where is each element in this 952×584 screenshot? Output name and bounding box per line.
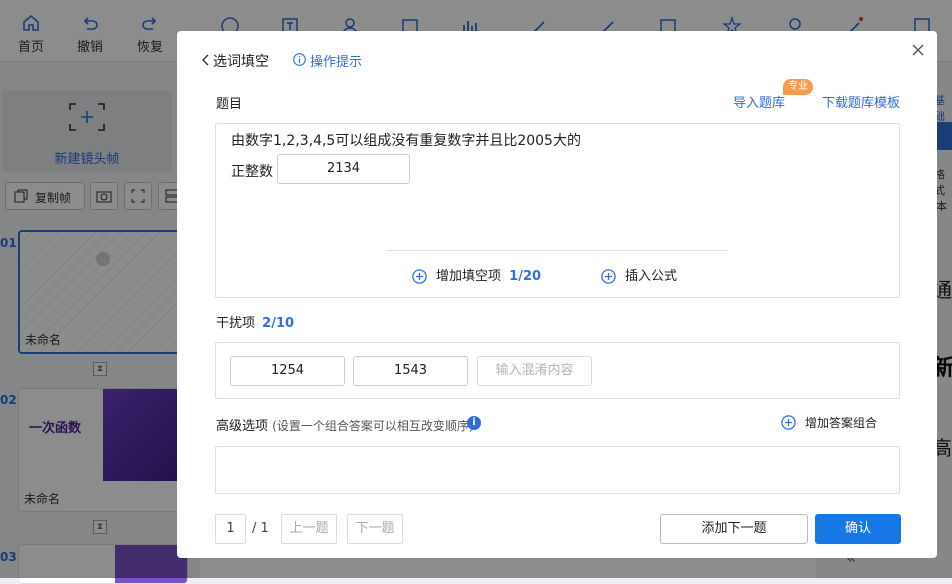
insert-formula-button[interactable]: 插入公式 bbox=[601, 267, 677, 287]
close-icon[interactable] bbox=[910, 42, 926, 58]
back-button[interactable]: 选词填空 bbox=[202, 51, 269, 71]
plus-circle-icon bbox=[412, 269, 427, 284]
fill-blank-dialog: 选词填空 操作提示 题目 导入题库 专业 下载题库模板 由数字1,2,3,4,5… bbox=[177, 31, 937, 558]
question-text: 由数字1,2,3,4,5可以组成没有重复数字并且比2005大的 bbox=[231, 133, 581, 149]
distractor-label: 干扰项 bbox=[216, 316, 256, 331]
info-circle-icon bbox=[293, 53, 306, 66]
page-total: / 1 bbox=[252, 521, 269, 536]
chevron-left-icon bbox=[202, 54, 209, 66]
confirm-button[interactable]: 确认 bbox=[815, 514, 901, 544]
answer-combo-box[interactable] bbox=[215, 446, 900, 494]
distractor-count: 2/10 bbox=[262, 316, 295, 331]
add-next-question-button[interactable]: 添加下一题 bbox=[660, 514, 808, 544]
distractor-item[interactable]: 1254 bbox=[230, 356, 345, 386]
distractor-box: 1254 1543 输入混淆内容 bbox=[215, 342, 900, 399]
divider bbox=[386, 250, 728, 251]
info-icon[interactable]: i bbox=[467, 416, 481, 430]
advanced-hint: (设置一个组合答案可以相互改变顺序) bbox=[272, 419, 474, 433]
prev-question-button[interactable]: 上一题 bbox=[281, 514, 337, 544]
distractor-item[interactable]: 1543 bbox=[353, 356, 468, 386]
dialog-title: 选词填空 bbox=[213, 54, 269, 70]
import-bank-link[interactable]: 导入题库 bbox=[733, 92, 785, 111]
plus-circle-icon bbox=[781, 415, 796, 430]
plus-circle-icon bbox=[601, 269, 616, 284]
advanced-label: 高级选项 bbox=[216, 419, 269, 434]
pro-badge: 专业 bbox=[783, 79, 813, 95]
add-combo-button[interactable]: 增加答案组合 bbox=[781, 413, 877, 433]
question-text-2: 正整数 bbox=[231, 164, 273, 180]
advanced-heading: 高级选项 (设置一个组合答案可以相互改变顺序) bbox=[216, 415, 474, 434]
tips-link[interactable]: 操作提示 bbox=[293, 51, 362, 70]
answer-blank[interactable]: 2134 bbox=[277, 154, 410, 184]
distractor-heading: 干扰项 2/10 bbox=[216, 312, 294, 331]
question-editor[interactable]: 由数字1,2,3,4,5可以组成没有重复数字并且比2005大的 正整数 2134… bbox=[215, 123, 900, 298]
add-blank-button[interactable]: 增加填空项 1/20 bbox=[412, 267, 541, 287]
page-current-input[interactable]: 1 bbox=[215, 514, 246, 544]
distractor-input[interactable]: 输入混淆内容 bbox=[477, 356, 592, 386]
next-question-button[interactable]: 下一题 bbox=[347, 514, 403, 544]
question-label: 题目 bbox=[216, 97, 243, 112]
add-blank-count: 1/20 bbox=[509, 269, 542, 284]
download-template-link[interactable]: 下载题库模板 bbox=[822, 92, 900, 111]
